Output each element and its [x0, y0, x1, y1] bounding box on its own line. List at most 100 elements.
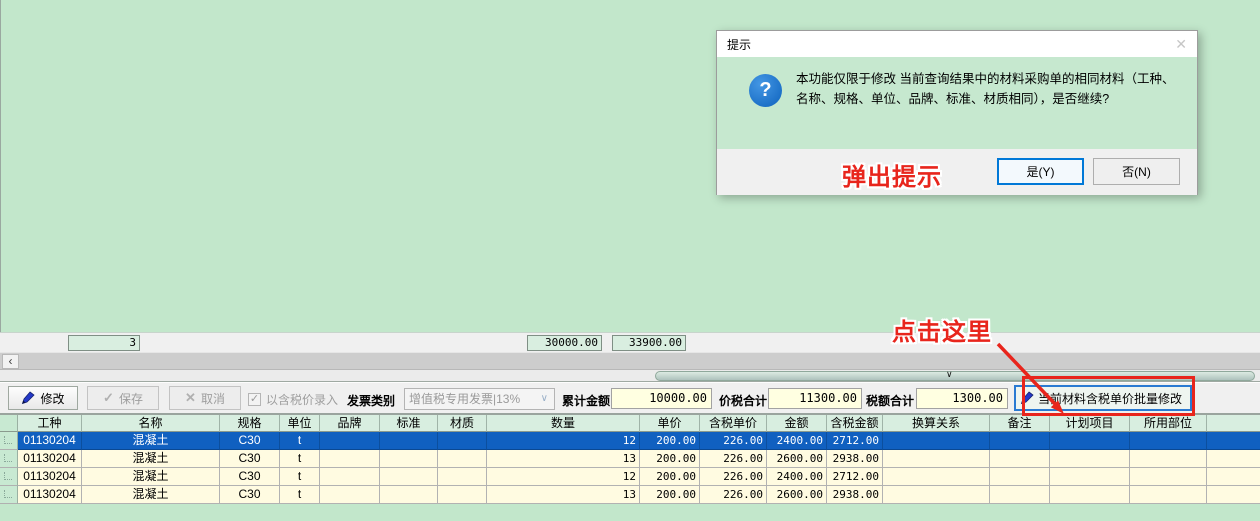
table-row[interactable]: 01130204混凝土C30t12200.00226.002400.002712…	[0, 432, 1260, 450]
table-cell[interactable]	[1130, 468, 1207, 486]
table-cell[interactable]	[438, 432, 487, 450]
column-header[interactable]: 单位	[280, 415, 320, 432]
table-cell[interactable]	[380, 432, 438, 450]
price-tax-total-field[interactable]: 11300.00	[768, 388, 862, 409]
column-header[interactable]: 含税金额	[827, 415, 883, 432]
table-cell[interactable]	[1130, 486, 1207, 504]
table-cell[interactable]: C30	[220, 450, 280, 468]
column-header[interactable]: 数量	[487, 415, 640, 432]
table-cell[interactable]	[1130, 432, 1207, 450]
column-header[interactable]: 名称	[82, 415, 220, 432]
column-header[interactable]: 计划项目	[1050, 415, 1130, 432]
table-cell[interactable]	[1050, 468, 1130, 486]
table-cell[interactable]: 226.00	[700, 468, 767, 486]
row-selector-header[interactable]	[0, 415, 18, 432]
table-cell[interactable]: 13	[487, 486, 640, 504]
table-cell[interactable]	[990, 486, 1050, 504]
column-header[interactable]: 含税单价	[700, 415, 767, 432]
yes-button[interactable]: 是(Y)	[997, 158, 1084, 185]
table-cell[interactable]: 226.00	[700, 450, 767, 468]
table-cell[interactable]	[1050, 432, 1130, 450]
table-cell[interactable]: 混凝土	[82, 432, 220, 450]
column-header[interactable]: 材质	[438, 415, 487, 432]
table-cell[interactable]: 2400.00	[767, 432, 827, 450]
dialog-title-bar[interactable]: 提示 ✕	[717, 31, 1197, 57]
column-header[interactable]: 单价	[640, 415, 700, 432]
row-selector[interactable]	[0, 486, 18, 504]
table-cell[interactable]	[320, 468, 380, 486]
column-header[interactable]: 工种	[18, 415, 82, 432]
column-header[interactable]: 规格	[220, 415, 280, 432]
table-cell[interactable]	[1050, 450, 1130, 468]
table-cell[interactable]: 200.00	[640, 450, 700, 468]
tax-total-field[interactable]: 1300.00	[916, 388, 1008, 409]
table-cell[interactable]: 2938.00	[827, 450, 883, 468]
cumulative-amount-field[interactable]: 10000.00	[611, 388, 712, 409]
table-cell[interactable]	[883, 450, 990, 468]
row-selector[interactable]	[0, 468, 18, 486]
scroll-left-icon[interactable]: ‹	[2, 354, 19, 369]
column-header[interactable]: 品牌	[320, 415, 380, 432]
table-cell[interactable]: 2712.00	[827, 468, 883, 486]
table-row[interactable]: 01130204混凝土C30t 13200.00226.002600.002938…	[0, 486, 1260, 504]
table-cell[interactable]: C30	[220, 432, 280, 450]
table-row[interactable]: 01130204混凝土C30t13200.00226.002600.002938…	[0, 450, 1260, 468]
table-cell[interactable]	[380, 468, 438, 486]
table-cell[interactable]: 200.00	[640, 486, 700, 504]
table-cell[interactable]	[380, 450, 438, 468]
modify-button[interactable]: 修改	[8, 386, 78, 410]
pane-splitter[interactable]: ∨	[0, 369, 1260, 382]
table-cell[interactable]	[883, 468, 990, 486]
table-cell[interactable]: 200.00	[640, 468, 700, 486]
table-cell[interactable]: t	[280, 450, 320, 468]
table-cell[interactable]	[1130, 450, 1207, 468]
splitter-handle[interactable]: ∨	[655, 371, 1255, 381]
table-cell[interactable]	[438, 486, 487, 504]
column-header[interactable]: 所用部位	[1130, 415, 1207, 432]
save-button[interactable]: ✓ 保存	[87, 386, 159, 410]
table-cell[interactable]: 2600.00	[767, 486, 827, 504]
row-selector[interactable]	[0, 450, 18, 468]
table-cell[interactable]	[438, 468, 487, 486]
table-row[interactable]: 01130204混凝土C30t12200.00226.002400.002712…	[0, 468, 1260, 486]
table-cell[interactable]	[990, 468, 1050, 486]
table-cell[interactable]	[990, 432, 1050, 450]
no-button[interactable]: 否(N)	[1093, 158, 1180, 185]
table-cell[interactable]	[1050, 486, 1130, 504]
row-selector[interactable]	[0, 432, 18, 450]
scrollbar-track[interactable]	[21, 354, 1258, 369]
table-cell[interactable]	[320, 450, 380, 468]
cancel-button[interactable]: ✕ 取消	[169, 386, 241, 410]
table-cell[interactable]: 226.00	[700, 432, 767, 450]
table-cell[interactable]: 226.00	[700, 486, 767, 504]
table-cell[interactable]	[438, 450, 487, 468]
table-cell[interactable]: C30	[220, 468, 280, 486]
close-icon[interactable]: ✕	[1175, 36, 1187, 53]
table-cell[interactable]: t	[280, 486, 320, 504]
table-cell[interactable]: t	[280, 468, 320, 486]
table-cell[interactable]: 01130204	[18, 486, 82, 504]
table-cell[interactable]	[320, 486, 380, 504]
table-cell[interactable]: 2600.00	[767, 450, 827, 468]
column-header[interactable]: 换算关系	[883, 415, 990, 432]
table-cell[interactable]: 2400.00	[767, 468, 827, 486]
table-cell[interactable]: 12	[487, 432, 640, 450]
table-cell[interactable]: C30	[220, 486, 280, 504]
table-cell[interactable]: 混凝土	[82, 486, 220, 504]
table-cell[interactable]: 200.00	[640, 432, 700, 450]
table-cell[interactable]: 混凝土	[82, 468, 220, 486]
batch-modify-unit-price-button[interactable]: 当前材料含税单价批量修改	[1014, 385, 1192, 411]
table-cell[interactable]: 混凝土	[82, 450, 220, 468]
table-cell[interactable]: 2938.00	[827, 486, 883, 504]
table-cell[interactable]: 01130204	[18, 432, 82, 450]
table-cell[interactable]	[883, 432, 990, 450]
splitter-collapse-icon[interactable]: ∨	[946, 369, 953, 380]
table-cell[interactable]	[380, 486, 438, 504]
table-cell[interactable]	[320, 432, 380, 450]
table-cell[interactable]: 12	[487, 468, 640, 486]
invoice-type-select[interactable]: 增值税专用发票|13% ∨	[404, 388, 555, 410]
table-cell[interactable]: 01130204	[18, 450, 82, 468]
column-header[interactable]: 金额	[767, 415, 827, 432]
column-header[interactable]: 标准	[380, 415, 438, 432]
table-cell[interactable]	[883, 486, 990, 504]
